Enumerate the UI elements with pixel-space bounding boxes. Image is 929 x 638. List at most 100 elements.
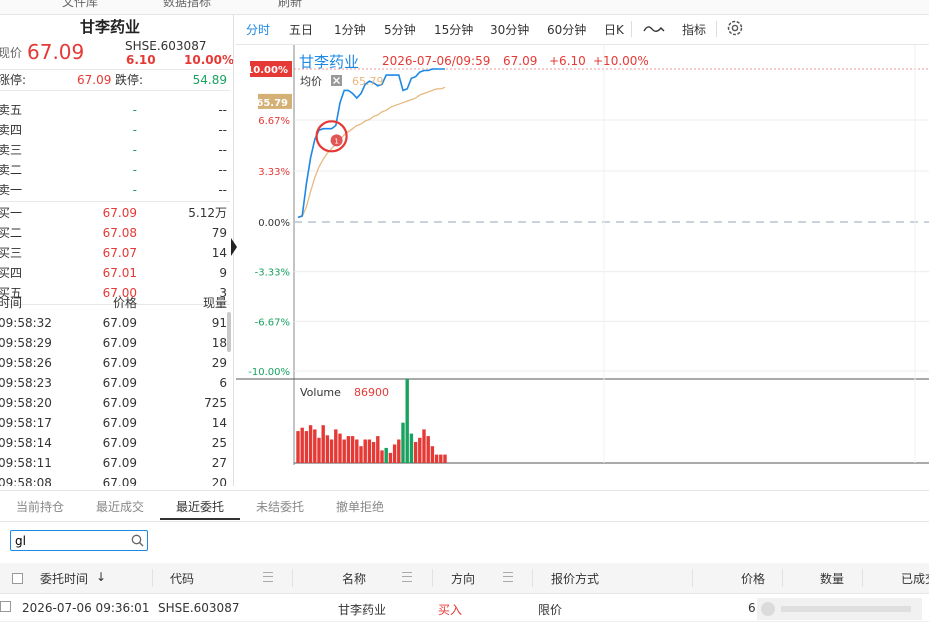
level-volume: 5.12万: [188, 206, 227, 220]
header-quantity[interactable]: 数量: [820, 570, 844, 587]
avg-label: 均价: [300, 75, 322, 88]
tab-period-7[interactable]: 日K: [604, 21, 624, 38]
header-order-time[interactable]: 委托时间: [40, 570, 88, 587]
level-volume: --: [218, 183, 227, 197]
level-label: 卖二: [0, 163, 23, 177]
column-menu-icon[interactable]: [263, 572, 273, 582]
quote-panel: 甘李药业 现价 67.09 SHSE.603087 6.10 10.00% 涨停…: [0, 14, 234, 486]
level-volume: --: [218, 103, 227, 117]
column-divider[interactable]: [532, 569, 533, 587]
volume-bar: [296, 431, 300, 463]
tick-list-scrollbar[interactable]: [227, 312, 231, 352]
header-direction[interactable]: 方向: [451, 570, 475, 587]
column-divider[interactable]: [692, 569, 693, 587]
volume-bar: [380, 450, 384, 463]
level-price: -: [132, 143, 137, 157]
tick-price: 67.09: [102, 456, 137, 470]
tick-volume: 29: [211, 356, 227, 370]
tick-row: 09:58:14 67.09 25: [0, 433, 230, 453]
volume-bar: [443, 454, 447, 463]
tab-period-3[interactable]: 5分钟: [384, 21, 416, 38]
tab-orders-3[interactable]: 未结委托: [256, 498, 304, 515]
tick-time: 09:58:17: [0, 416, 52, 430]
volume-bar: [300, 427, 304, 463]
level-price: -: [132, 163, 137, 177]
limit-down-value: 54.89: [192, 73, 227, 87]
column-menu-icon[interactable]: [503, 572, 513, 582]
column-divider[interactable]: [862, 569, 863, 587]
sort-desc-icon[interactable]: ↓: [96, 570, 106, 584]
volume-bar: [397, 439, 401, 463]
level-volume: --: [218, 163, 227, 177]
intraday-chart[interactable]: 10.00% 6.67% 3.33% 0.00% -3.33% -6.67% -10.00%…: [236, 45, 929, 465]
tab-period-2[interactable]: 1分钟: [334, 21, 366, 38]
tab-divider: [631, 21, 632, 37]
column-divider[interactable]: [292, 569, 293, 587]
toolbar-item-refresh[interactable]: 刷新: [278, 0, 302, 10]
limit-up-label: 涨停:: [0, 73, 27, 87]
tick-volume: 27: [211, 456, 227, 470]
stock-name: 甘李药业: [80, 18, 141, 36]
tab-period-1[interactable]: 五日: [289, 21, 313, 38]
chart-datetime: 2026-07-06/09:59: [382, 54, 490, 68]
level-price: -: [132, 123, 137, 137]
line-style-icon[interactable]: [643, 23, 665, 35]
select-all-checkbox[interactable]: [12, 573, 23, 584]
level-volume: 79: [211, 226, 227, 240]
volume-bar: [384, 447, 388, 463]
tick-time: 09:58:26: [0, 356, 52, 370]
cell-direction: 买入: [438, 603, 463, 617]
volume-bar: [329, 439, 334, 463]
tab-period-4[interactable]: 15分钟: [434, 21, 473, 38]
divider: [0, 90, 230, 91]
level-price: 67.01: [102, 266, 137, 280]
level-price: 67.09: [102, 206, 137, 220]
level-label: 买二: [0, 226, 23, 240]
tick-volume: 91: [211, 316, 227, 330]
level-label: 卖三: [0, 143, 23, 157]
search-box[interactable]: [10, 530, 148, 551]
column-divider[interactable]: [432, 569, 433, 587]
search-icon[interactable]: [131, 534, 144, 547]
column-divider[interactable]: [782, 569, 783, 587]
tab-period-6[interactable]: 60分钟: [547, 21, 586, 38]
tab-orders-2[interactable]: 最近委托: [176, 498, 224, 515]
level-price: 67.07: [102, 246, 137, 260]
gear-icon[interactable]: [726, 19, 744, 37]
volume-bar: [304, 431, 309, 463]
header-name[interactable]: 名称: [342, 570, 366, 587]
tab-orders-4[interactable]: 撤单拒绝: [336, 498, 384, 515]
y-tick-label: -6.67%: [255, 317, 290, 328]
column-menu-icon[interactable]: [402, 572, 412, 582]
header-code[interactable]: 代码: [170, 570, 194, 587]
toolbar-item-indicators[interactable]: 数据指标: [163, 0, 211, 10]
volume-bar: [405, 379, 409, 463]
search-input[interactable]: [15, 532, 125, 549]
active-tab-underline: [160, 518, 240, 520]
header-filled[interactable]: 已成交: [901, 570, 929, 587]
stock-code: SHSE.603087: [125, 39, 207, 53]
tick-price: 67.09: [102, 376, 137, 390]
tick-volume: 725: [204, 396, 227, 410]
indicator-button[interactable]: 指标: [682, 21, 706, 38]
volume-bar: [409, 433, 414, 463]
volume-bar: [434, 454, 439, 463]
price-change: 6.10: [126, 53, 156, 67]
volume-bar: [359, 446, 363, 463]
level-price: -: [132, 103, 137, 117]
header-price[interactable]: 价格: [741, 570, 765, 587]
tab-period-5[interactable]: 30分钟: [490, 21, 529, 38]
tab-orders-1[interactable]: 最近成交: [96, 498, 144, 515]
volume-bar: [346, 436, 351, 463]
level-volume: 14: [211, 246, 227, 260]
tab-period-0[interactable]: 分时: [246, 21, 270, 38]
level-volume: --: [218, 143, 227, 157]
row-checkbox[interactable]: [0, 601, 11, 612]
toolbar-item-files[interactable]: 文件库: [62, 0, 98, 10]
header-quote-type[interactable]: 报价方式: [551, 570, 599, 587]
cell-quote-type: 限价: [538, 603, 563, 617]
tab-orders-0[interactable]: 当前持仓: [16, 498, 64, 515]
tick-header-time: 时间: [0, 296, 23, 310]
column-divider[interactable]: [152, 569, 153, 587]
volume-bar: [313, 429, 317, 463]
